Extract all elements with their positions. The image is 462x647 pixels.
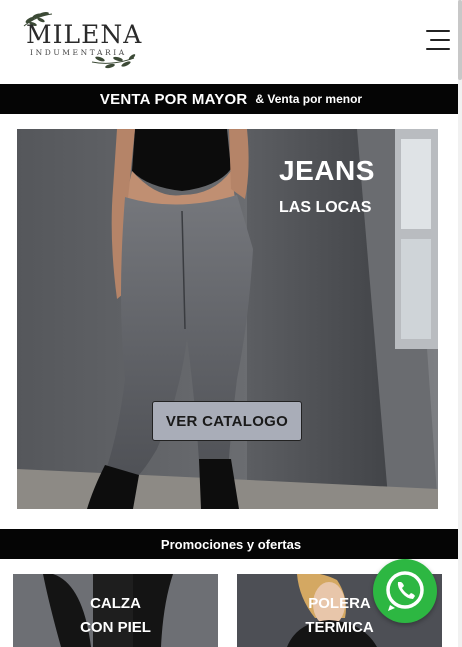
- site-header: MILENA INDUMENTARIA: [0, 0, 462, 84]
- promo-card-title: CALZA CON PIEL: [13, 592, 218, 640]
- brand-logo[interactable]: MILENA INDUMENTARIA: [18, 8, 142, 70]
- promo-card-line: CALZA: [90, 595, 141, 612]
- promo-card-line: CON PIEL: [80, 619, 151, 636]
- logo-subtitle: INDUMENTARIA: [30, 48, 127, 57]
- hero-banner: JEANS LAS LOCAS VER CATALOGO: [17, 129, 438, 509]
- logo-name: MILENA: [26, 20, 143, 49]
- promo-card-calza[interactable]: CALZA CON PIEL: [13, 574, 218, 647]
- wholesale-label: VENTA POR MAYOR: [99, 90, 248, 108]
- hamburger-menu-icon[interactable]: [420, 26, 450, 54]
- scrollbar-thumb[interactable]: [458, 0, 462, 80]
- promotions-label: Promociones y ofertas: [160, 536, 302, 552]
- menu-line: [426, 30, 450, 32]
- page-scrollbar[interactable]: [458, 0, 462, 647]
- whatsapp-icon: [386, 571, 424, 611]
- whatsapp-button[interactable]: [373, 559, 437, 623]
- view-catalog-button[interactable]: VER CATALOGO: [152, 401, 302, 441]
- announcement-bar: VENTA POR MAYOR & Venta por menor: [0, 84, 462, 114]
- menu-line: [426, 48, 450, 50]
- hero-subtitle: LAS LOCAS: [279, 199, 372, 216]
- hero-title: JEANS: [279, 155, 375, 186]
- promotions-bar: Promociones y ofertas: [0, 529, 462, 559]
- retail-label: & Venta por menor: [255, 92, 363, 106]
- menu-line: [430, 39, 450, 41]
